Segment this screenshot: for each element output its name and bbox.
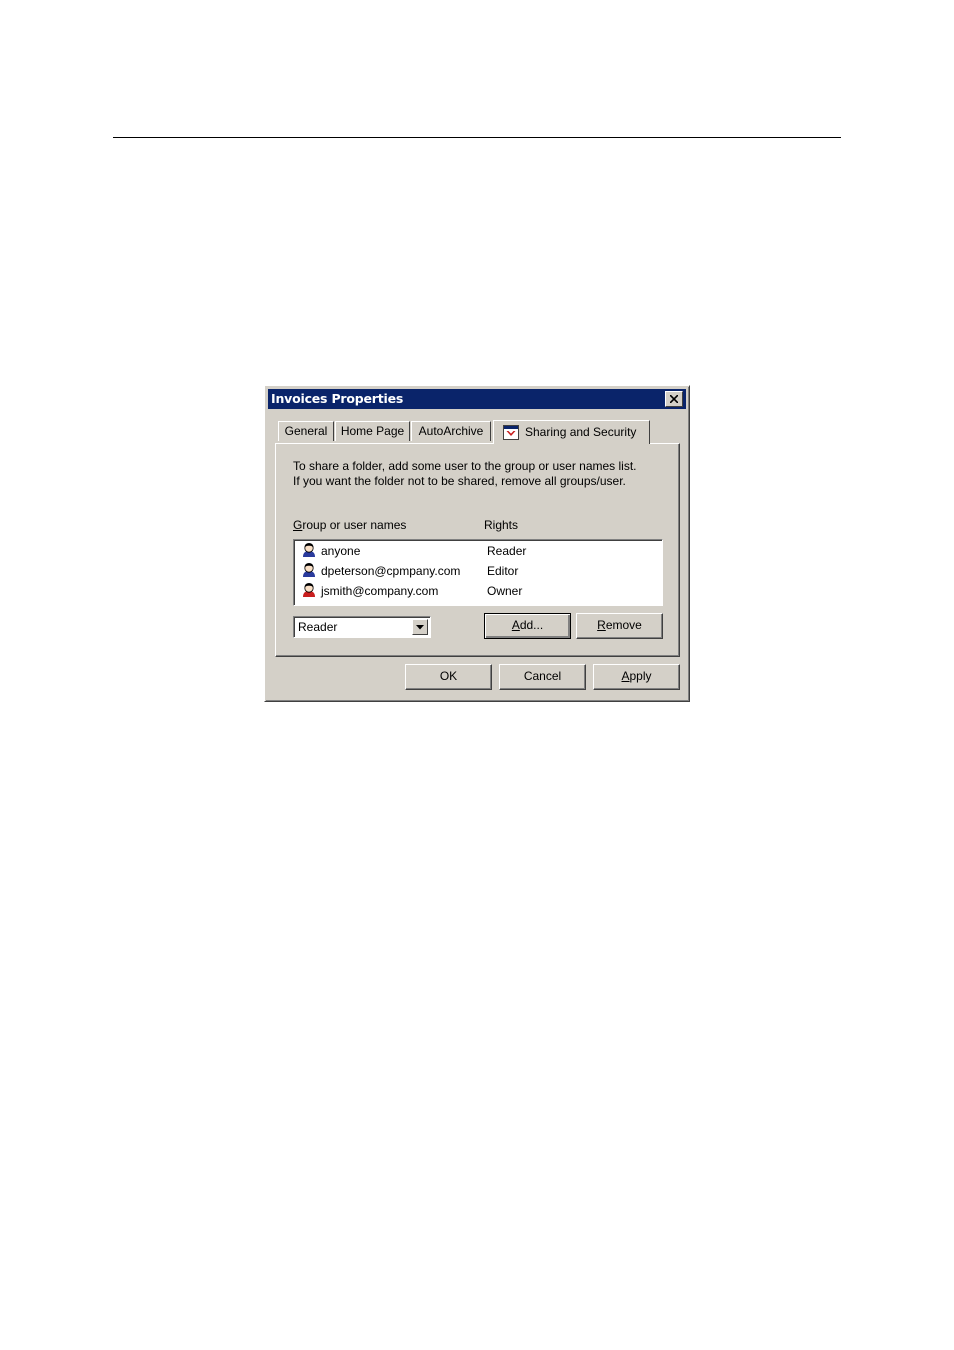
tab-home-page-label: Home Page	[340, 424, 405, 438]
ok-button[interactable]: OK	[405, 664, 492, 690]
user-rights: Editor	[487, 564, 519, 578]
user-icon	[303, 583, 315, 597]
tab-autoarchive-label: AutoArchive	[418, 424, 484, 438]
tab-general-label: General	[284, 424, 328, 438]
dialog-title: Invoices Properties	[271, 391, 404, 406]
user-name: anyone	[321, 544, 361, 558]
list-item[interactable]: anyone Reader	[294, 541, 662, 561]
apply-button[interactable]: Apply	[593, 664, 680, 690]
page-header-rule	[113, 137, 841, 138]
properties-dialog: Invoices Properties General Home Page Au…	[264, 385, 690, 702]
tab-sharing-and-security[interactable]: Sharing and Security	[493, 420, 650, 444]
rights-select[interactable]: Reader	[293, 616, 431, 638]
user-rights: Reader	[487, 544, 527, 558]
add-button[interactable]: Add...	[484, 613, 571, 639]
chevron-down-icon	[416, 625, 424, 630]
user-name: jsmith@company.com	[321, 584, 439, 598]
tab-home-page[interactable]: Home Page	[335, 421, 410, 441]
list-item[interactable]: dpeterson@cpmpany.com Editor	[294, 561, 662, 581]
user-icon	[303, 563, 315, 577]
tab-general[interactable]: General	[278, 421, 334, 441]
column-header-names: Group or user names	[293, 518, 407, 532]
user-name: dpeterson@cpmpany.com	[321, 564, 461, 578]
ok-button-label: OK	[439, 669, 458, 683]
description-line-1: To share a folder, add some user to the …	[293, 459, 637, 473]
tab-sharing-label: Sharing and Security	[525, 425, 637, 439]
close-button[interactable]	[665, 391, 683, 407]
cancel-button[interactable]: Cancel	[499, 664, 586, 690]
sharing-icon	[503, 425, 519, 440]
user-icon	[303, 543, 315, 557]
close-icon	[670, 395, 678, 403]
user-rights: Owner	[487, 584, 523, 598]
tab-autoarchive[interactable]: AutoArchive	[411, 421, 491, 441]
user-list[interactable]: anyone Reader dpeterson@cpmpany.com Edit…	[293, 539, 663, 606]
title-bar[interactable]: Invoices Properties	[268, 389, 686, 409]
rights-select-value: Reader	[298, 620, 338, 634]
column-header-rights: Rights	[484, 518, 519, 532]
description-line-2: If you want the folder not to be shared,…	[293, 474, 626, 488]
sharing-panel: To share a folder, add some user to the …	[275, 443, 680, 657]
remove-button[interactable]: Remove	[576, 613, 663, 639]
rights-select-dropdown-button[interactable]	[412, 619, 428, 635]
list-item[interactable]: jsmith@company.com Owner	[294, 581, 662, 601]
cancel-button-label: Cancel	[523, 669, 562, 683]
